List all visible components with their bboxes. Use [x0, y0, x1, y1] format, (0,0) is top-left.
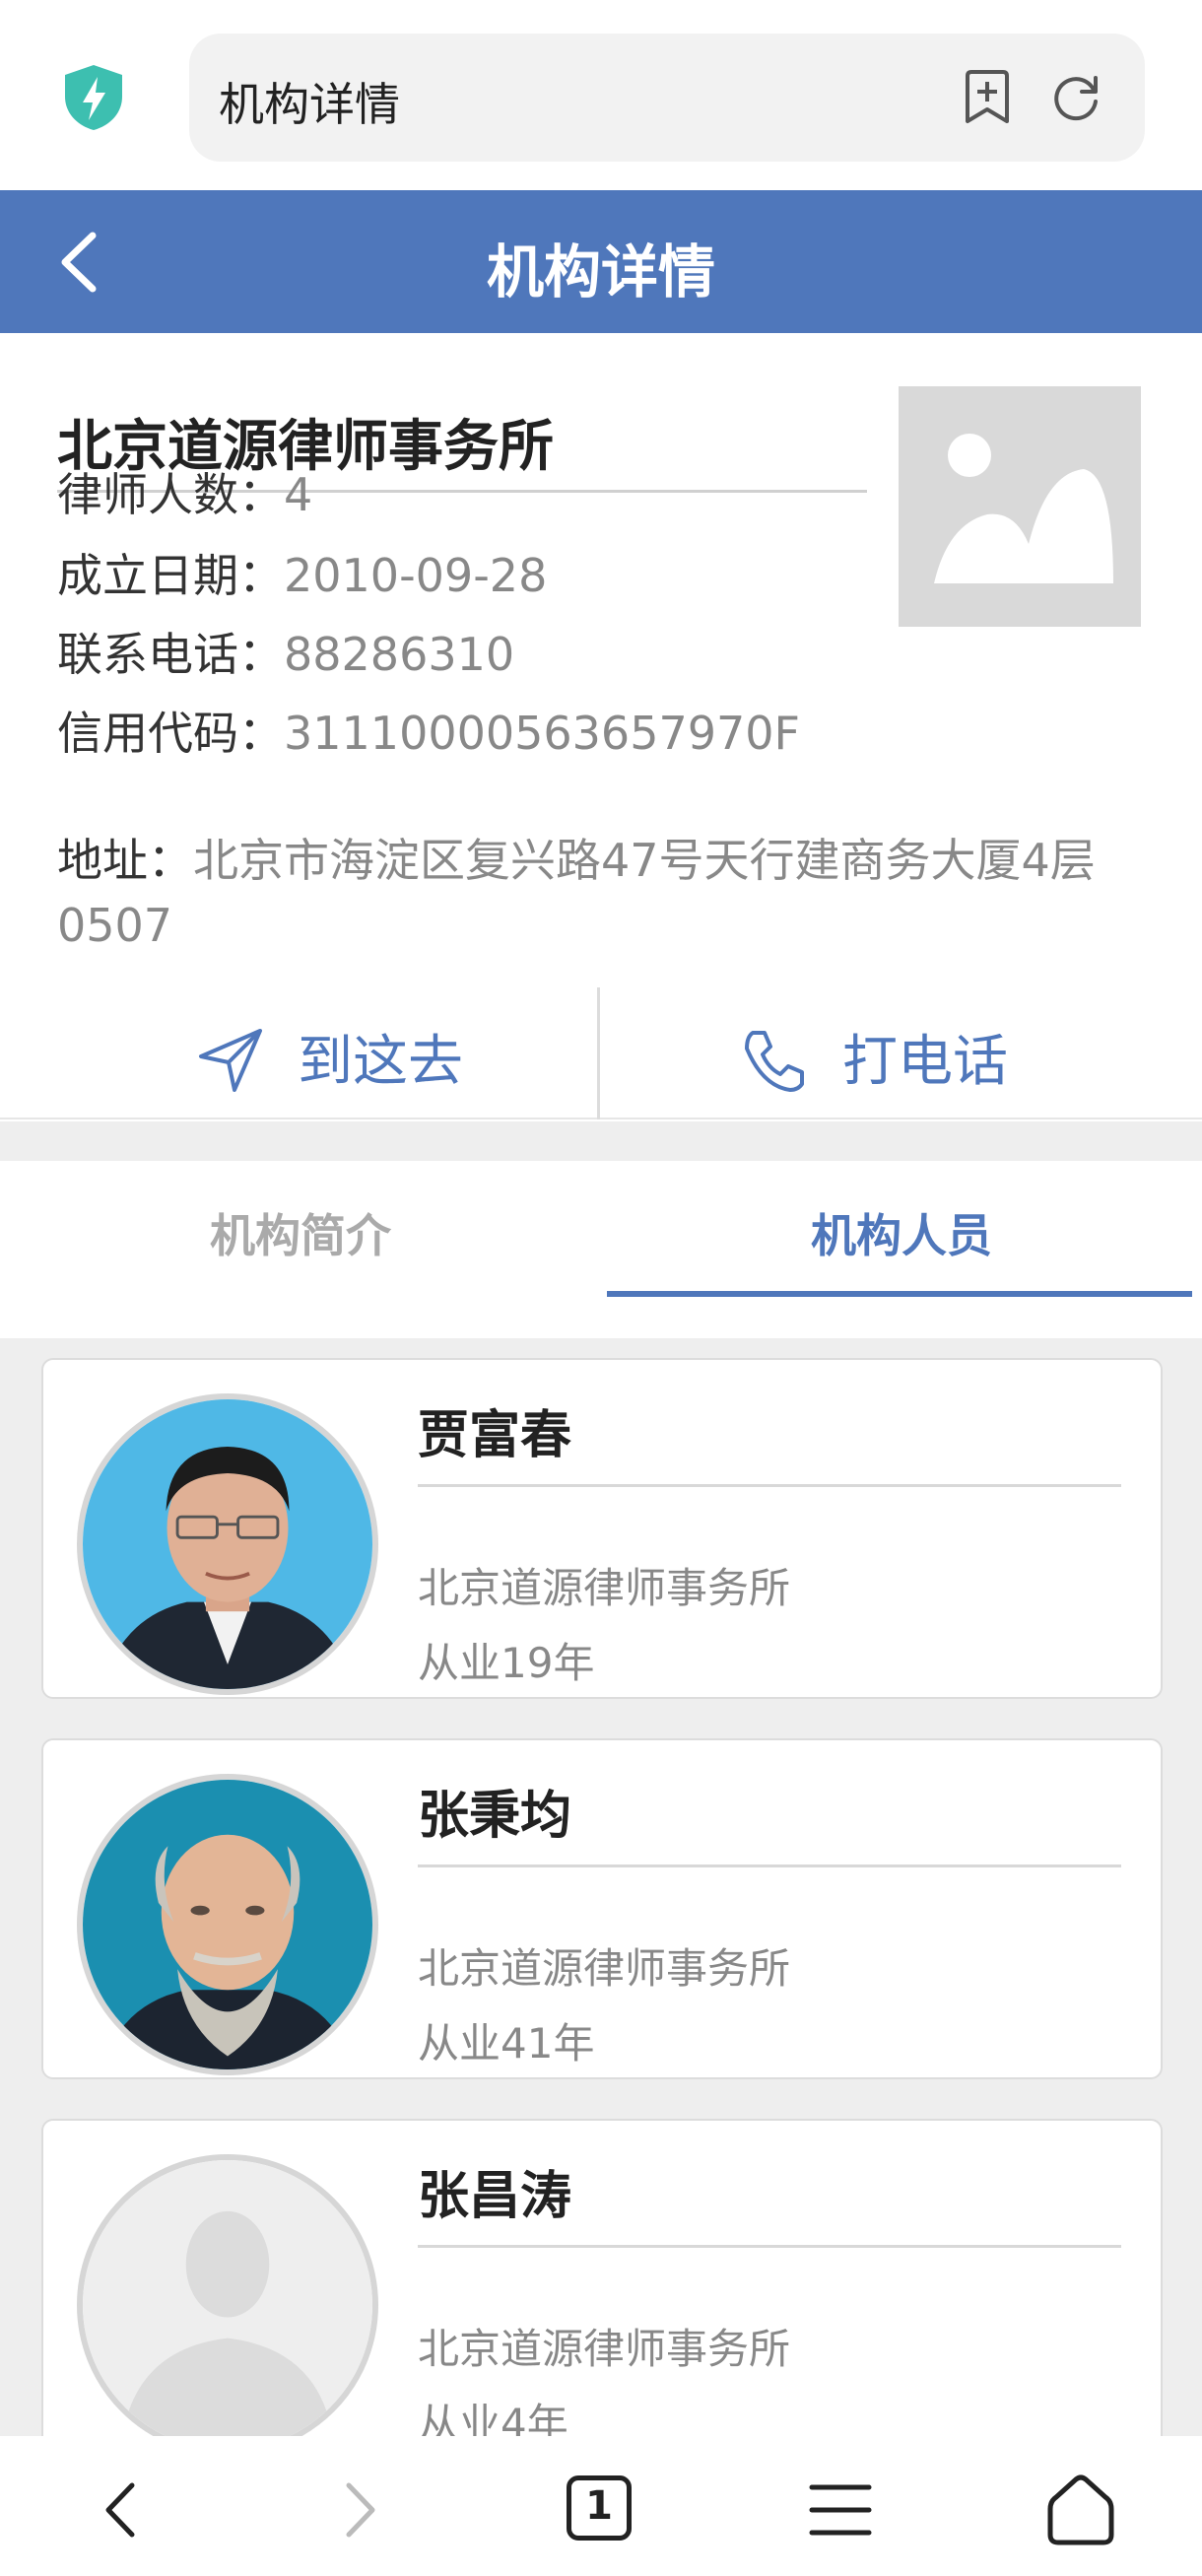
active-tab-indicator — [607, 1291, 1192, 1297]
url-box[interactable]: 机构详情 — [189, 34, 1145, 162]
staff-years: 从业19年 — [418, 1639, 595, 1687]
app-header: 机构详情 — [0, 190, 1202, 333]
info-row-credit-code: 信用代码：31110000563657970F — [57, 698, 800, 763]
refresh-icon[interactable] — [1046, 68, 1105, 127]
info-value[interactable]: 88286310 — [284, 628, 514, 681]
info-row-founded: 成立日期：2010-09-28 — [57, 540, 547, 605]
org-info-section: 北京道源律师事务所 律师人数：4 成立日期：2010-09-28 联系电话：88… — [0, 333, 1202, 1121]
info-label: 成立日期： — [57, 549, 284, 602]
url-text[interactable]: 机构详情 — [219, 69, 400, 134]
staff-firm: 北京道源律师事务所 — [418, 2325, 791, 2373]
call-button[interactable]: 打电话 — [601, 987, 1200, 1119]
divider — [418, 2245, 1121, 2248]
call-label: 打电话 — [842, 1030, 1008, 1094]
info-label: 律师人数： — [57, 468, 284, 521]
staff-name: 贾富春 — [418, 1406, 572, 1465]
tab-org-staff[interactable]: 机构人员 — [601, 1161, 1202, 1338]
staff-list[interactable]: 贾富春 北京道源律师事务所 从业19年 张秉均 北京道源律师事务所 从业41年 … — [0, 1338, 1202, 2436]
forward-icon[interactable] — [315, 2466, 404, 2554]
staff-firm: 北京道源律师事务所 — [418, 1944, 791, 1993]
tabs-button[interactable]: 1 — [557, 2466, 645, 2554]
browser-bar: 机构详情 — [0, 0, 1202, 190]
page-title: 机构详情 — [486, 238, 715, 305]
divider — [418, 1864, 1121, 1867]
staff-name: 张秉均 — [418, 1787, 572, 1846]
action-bar: 到这去 打电话 — [0, 987, 1202, 1119]
info-value: 4 — [284, 468, 313, 521]
back-icon[interactable] — [77, 2466, 166, 2554]
phone-icon — [745, 1031, 804, 1092]
avatar-placeholder-icon — [77, 2154, 378, 2436]
address-label: 地址： — [57, 834, 193, 887]
staff-card[interactable]: 张秉均 北京道源律师事务所 从业41年 — [41, 1738, 1163, 2079]
menu-icon[interactable] — [796, 2466, 885, 2554]
divider — [597, 987, 600, 1119]
image-placeholder-icon — [899, 386, 1141, 627]
navigation-arrow-icon — [199, 1029, 262, 1092]
staff-firm: 北京道源律师事务所 — [418, 1564, 791, 1612]
home-icon[interactable] — [1036, 2466, 1125, 2554]
staff-years: 从业41年 — [418, 2019, 595, 2068]
section-gap — [0, 1121, 1202, 1161]
bottom-nav: 1 — [0, 2436, 1202, 2576]
navigate-button[interactable]: 到这去 — [0, 987, 599, 1119]
info-row-phone: 联系电话：88286310 — [57, 619, 514, 684]
staff-name: 张昌涛 — [418, 2167, 572, 2226]
tab-org-intro[interactable]: 机构简介 — [0, 1161, 601, 1338]
add-bookmark-icon[interactable] — [958, 68, 1017, 127]
info-row-lawyers: 律师人数：4 — [57, 459, 312, 524]
navigate-label: 到这去 — [298, 1030, 463, 1094]
tab-count: 1 — [585, 2483, 613, 2529]
staff-card[interactable]: 张昌涛 北京道源律师事务所 从业4年 — [41, 2119, 1163, 2436]
info-label: 信用代码： — [57, 707, 284, 760]
avatar — [77, 1774, 378, 2075]
shield-icon[interactable] — [61, 63, 126, 132]
address: 地址：北京市海淀区复兴路47号天行建商务大厦4层0507 — [57, 828, 1121, 958]
info-value: 2010-09-28 — [284, 549, 548, 602]
address-value: 北京市海淀区复兴路47号天行建商务大厦4层0507 — [57, 834, 1096, 952]
staff-years: 从业4年 — [418, 2400, 568, 2436]
info-label: 联系电话： — [57, 628, 284, 681]
avatar — [77, 1393, 378, 1695]
staff-card[interactable]: 贾富春 北京道源律师事务所 从业19年 — [41, 1358, 1163, 1699]
divider — [418, 1484, 1121, 1487]
tab-bar: 机构简介 机构人员 — [0, 1161, 1202, 1338]
info-value: 31110000563657970F — [284, 707, 800, 760]
